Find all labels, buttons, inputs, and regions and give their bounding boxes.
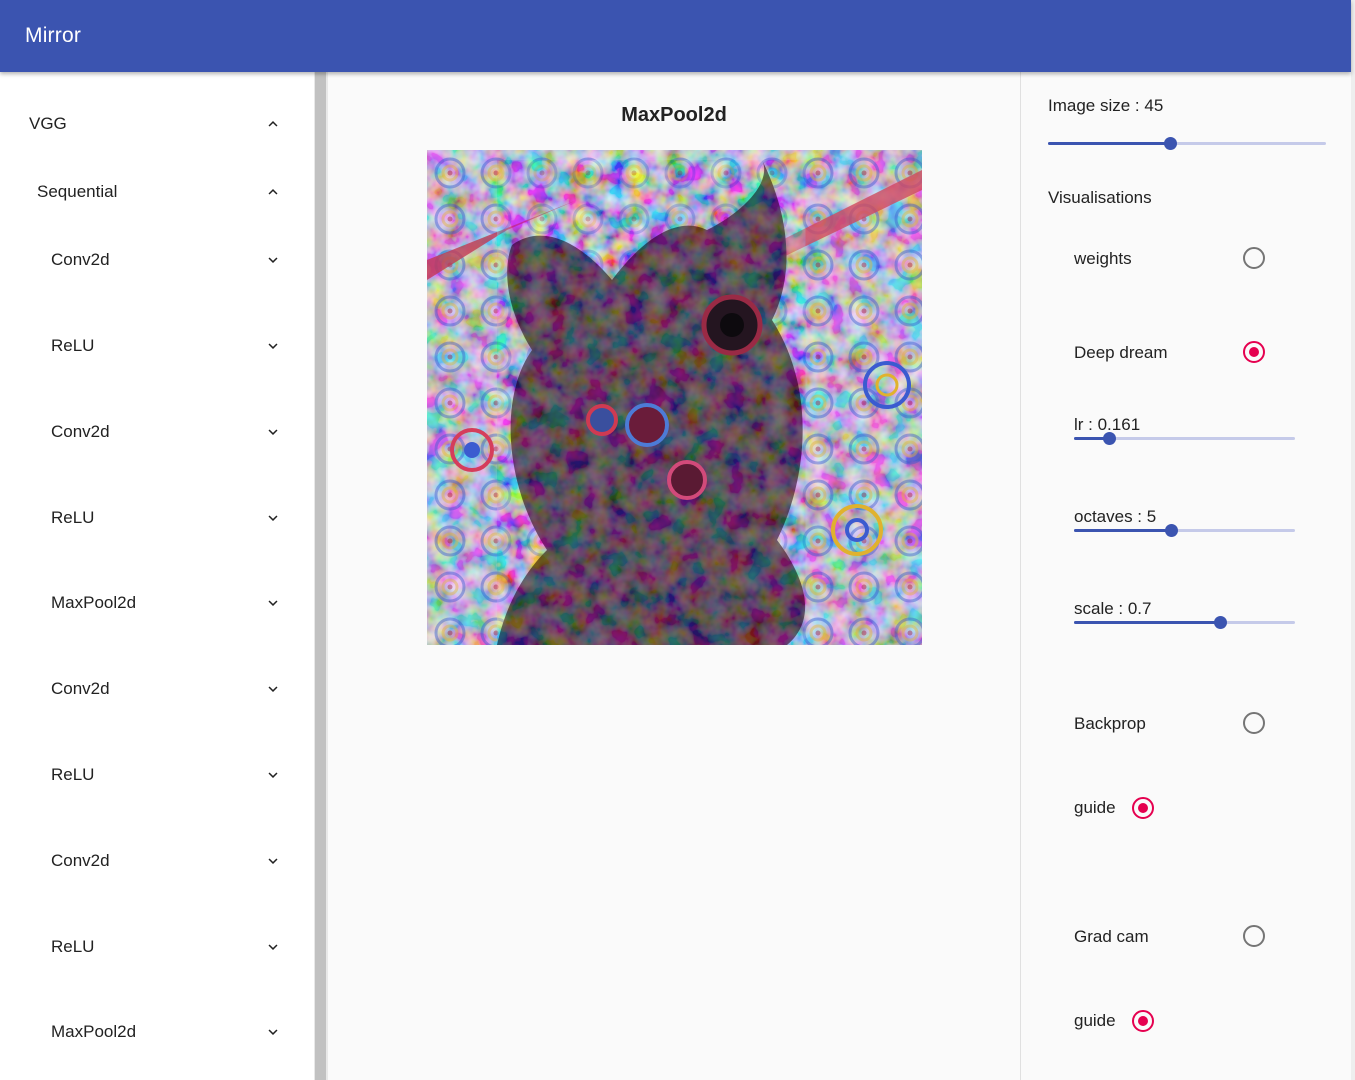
grad-cam-guide-radio[interactable]: [1132, 1010, 1154, 1032]
tree-item-layer[interactable]: ReLU: [51, 498, 291, 538]
chevron-down-icon[interactable]: [264, 852, 282, 870]
deep-dream-image: [427, 150, 922, 645]
tree-item-label: Sequential: [37, 182, 118, 201]
layer-title: MaxPool2d: [621, 104, 727, 126]
slider-track: [1074, 529, 1172, 532]
slider-thumb[interactable]: [1165, 524, 1179, 537]
weights-radio[interactable]: [1243, 247, 1265, 269]
slider-thumb[interactable]: [1213, 616, 1227, 629]
lr-slider[interactable]: [1074, 428, 1295, 448]
scale-slider[interactable]: [1074, 612, 1295, 632]
tree-item-layer[interactable]: ReLU: [51, 755, 291, 795]
tree-item-label: ReLU: [51, 336, 95, 355]
image-size-slider[interactable]: [1048, 133, 1326, 153]
grad-cam-radio[interactable]: [1243, 925, 1265, 947]
chevron-down-icon[interactable]: [264, 423, 282, 441]
backprop-label: Backprop: [1074, 714, 1146, 733]
chevron-up-icon[interactable]: [264, 183, 282, 201]
tree-item-label: Conv2d: [51, 679, 110, 698]
tree-item-label: MaxPool2d: [51, 593, 137, 612]
tree-item-label: VGG: [29, 114, 67, 133]
deep-dream-radio[interactable]: [1243, 341, 1265, 363]
chevron-down-icon[interactable]: [264, 680, 282, 698]
tree-item-layer[interactable]: Conv2d: [51, 412, 291, 452]
tree-item-layer[interactable]: Conv2d: [51, 240, 291, 280]
tree-item-layer[interactable]: Conv2d: [51, 669, 291, 709]
tree-item-label: ReLU: [51, 508, 95, 527]
slider-thumb[interactable]: [1103, 432, 1117, 445]
settings-panel: Image size : 45 Visualisations weights D…: [1020, 72, 1351, 1080]
app-bar: Mirror: [0, 0, 1351, 72]
octaves-slider[interactable]: [1074, 520, 1295, 540]
chevron-down-icon[interactable]: [264, 251, 282, 269]
scrollbar-thumb[interactable]: [315, 72, 326, 1080]
page-scrollbar[interactable]: [1351, 0, 1355, 1080]
chevron-down-icon[interactable]: [264, 1023, 282, 1041]
grad-cam-guide-label: guide: [1074, 1011, 1116, 1030]
slider-track: [1074, 621, 1220, 624]
tree-item-layer[interactable]: MaxPool2d: [51, 583, 291, 623]
backprop-guide-label: guide: [1074, 798, 1116, 817]
tree-item-vgg[interactable]: VGG: [29, 104, 299, 144]
deep-dream-label: Deep dream: [1074, 343, 1168, 362]
app-title: Mirror: [25, 24, 82, 47]
tree-item-layer[interactable]: ReLU: [51, 927, 291, 967]
chevron-up-icon[interactable]: [264, 115, 282, 133]
image-size-label: Image size : 45: [1048, 96, 1164, 115]
layer-tree-sidebar: VGG Sequential Conv2d ReLU Conv2d ReLU M…: [0, 72, 314, 1080]
tree-item-label: MaxPool2d: [51, 1022, 137, 1041]
chevron-down-icon[interactable]: [264, 337, 282, 355]
tree-item-sequential[interactable]: Sequential: [37, 172, 297, 212]
slider-thumb[interactable]: [1164, 137, 1178, 150]
backprop-guide-radio[interactable]: [1132, 797, 1154, 819]
slider-track: [1048, 142, 1171, 145]
chevron-down-icon[interactable]: [264, 594, 282, 612]
tree-item-label: ReLU: [51, 765, 95, 784]
tree-item-label: Conv2d: [51, 250, 110, 269]
tree-item-layer[interactable]: MaxPool2d: [51, 1012, 291, 1052]
chevron-down-icon[interactable]: [264, 938, 282, 956]
chevron-down-icon[interactable]: [264, 509, 282, 527]
main-content: MaxPool2d: [328, 72, 1020, 1080]
grad-cam-label: Grad cam: [1074, 927, 1149, 946]
tree-item-label: Conv2d: [51, 851, 110, 870]
sidebar-scrollbar[interactable]: [314, 72, 328, 1080]
tree-item-layer[interactable]: ReLU: [51, 326, 291, 366]
chevron-down-icon[interactable]: [264, 766, 282, 784]
tree-item-label: ReLU: [51, 937, 95, 956]
weights-label: weights: [1074, 249, 1132, 268]
visualisations-label: Visualisations: [1048, 188, 1152, 207]
backprop-radio[interactable]: [1243, 712, 1265, 734]
tree-item-layer[interactable]: Conv2d: [51, 841, 291, 881]
tree-item-label: Conv2d: [51, 422, 110, 441]
